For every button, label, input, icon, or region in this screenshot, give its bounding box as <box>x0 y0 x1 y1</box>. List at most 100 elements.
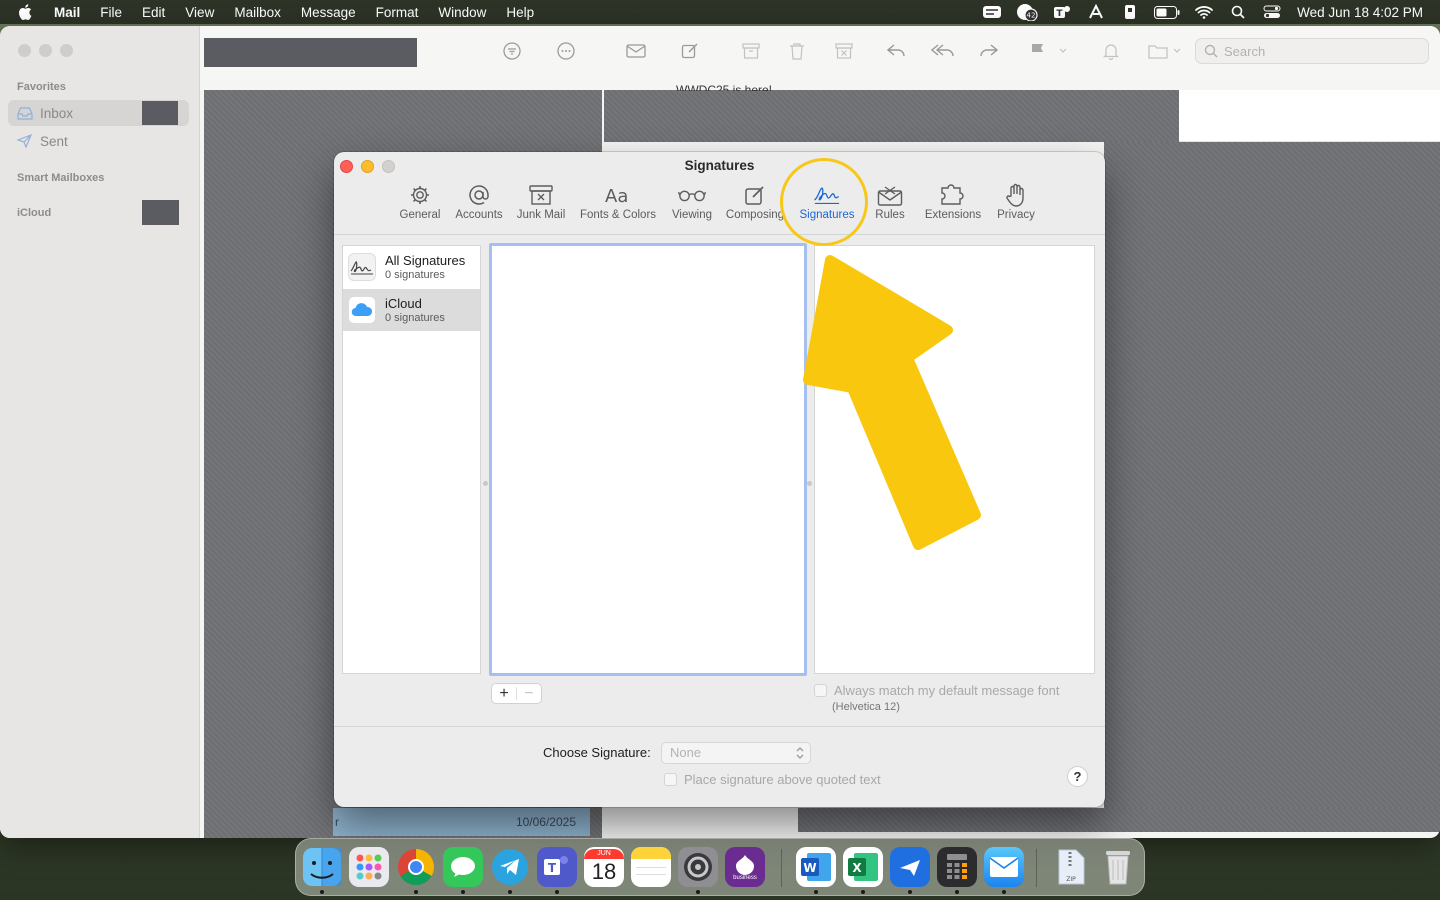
icloud-header[interactable]: iCloud <box>17 207 51 219</box>
dock-excel[interactable]: X <box>843 847 883 887</box>
menu-help[interactable]: Help <box>506 5 534 20</box>
dock-messages[interactable] <box>443 847 483 887</box>
flag-menu-chevron-icon[interactable] <box>1058 42 1068 60</box>
inbox-tray-icon <box>17 106 33 120</box>
tab-extensions[interactable]: Extensions <box>922 182 984 234</box>
flag-icon[interactable] <box>1028 42 1048 60</box>
dock-finder[interactable] <box>302 847 342 887</box>
tab-general[interactable]: General <box>398 182 442 234</box>
prefs-divider <box>334 234 1105 235</box>
menu-view[interactable]: View <box>185 5 214 20</box>
notification-badge-icon[interactable]: 42 <box>1015 4 1039 21</box>
dock-calendar[interactable]: JUN 18 <box>584 847 624 887</box>
account-row-all-signatures[interactable]: All Signatures 0 signatures <box>343 246 480 288</box>
menu-mailbox[interactable]: Mailbox <box>234 5 281 20</box>
dock-chrome[interactable] <box>396 847 436 887</box>
app-status-icon[interactable] <box>981 4 1003 20</box>
prefs-tab-bar: General Accounts Junk Mail Aa Fonts & Co… <box>334 182 1105 234</box>
dock-telegram[interactable] <box>490 847 530 887</box>
at-icon <box>465 182 493 208</box>
font-aa-icon: Aa <box>604 182 632 208</box>
redacted-message-body-footer <box>798 808 1440 832</box>
clipboard-icon[interactable] <box>1119 4 1141 20</box>
reply-all-icon[interactable] <box>931 42 955 60</box>
control-center-icon[interactable] <box>1261 4 1283 20</box>
creative-cloud-icon[interactable] <box>1085 4 1107 20</box>
match-font-checkbox[interactable] <box>814 684 827 697</box>
tab-rules[interactable]: Rules <box>868 182 912 234</box>
dock-calculator[interactable] <box>937 847 977 887</box>
dock-notes[interactable] <box>631 847 671 887</box>
dock-trash[interactable] <box>1098 847 1138 887</box>
message-list-row[interactable]: r 10/06/2025 <box>333 808 590 836</box>
archive-icon[interactable] <box>741 42 761 60</box>
dock-launchpad[interactable] <box>349 847 389 887</box>
select-chevron-icon <box>796 747 804 759</box>
notification-bell-icon[interactable] <box>1101 42 1121 60</box>
tab-label: Junk Mail <box>516 209 566 221</box>
split-view-handle[interactable] <box>483 481 488 486</box>
choose-signature-select[interactable]: None <box>661 742 811 764</box>
list-row-sender-fragment: r <box>335 815 339 829</box>
sidebar-item-sent[interactable]: Sent <box>8 128 189 154</box>
close-window-button[interactable] <box>18 44 31 57</box>
place-above-label: Place signature above quoted text <box>684 772 881 787</box>
help-button[interactable]: ? <box>1067 766 1088 787</box>
menu-window[interactable]: Window <box>438 5 486 20</box>
mail-search-field[interactable]: Search <box>1195 38 1429 64</box>
add-signature-button[interactable]: + <box>492 684 516 703</box>
running-indicator <box>320 890 324 894</box>
dock-system-settings[interactable] <box>678 847 718 887</box>
glasses-icon <box>678 182 706 208</box>
menu-app-name[interactable]: Mail <box>54 5 80 20</box>
apple-menu-icon[interactable] <box>18 4 38 20</box>
match-font-label: Always match my default message font <box>834 683 1060 698</box>
compose-icon[interactable] <box>680 42 700 60</box>
tab-fonts-colors[interactable]: Aa Fonts & Colors <box>578 182 658 234</box>
more-options-icon[interactable] <box>556 42 576 60</box>
menu-file[interactable]: File <box>100 5 122 20</box>
spotlight-search-icon[interactable] <box>1227 4 1249 20</box>
menubar-clock[interactable]: Wed Jun 18 4:02 PM <box>1297 5 1423 20</box>
tab-accounts[interactable]: Accounts <box>452 182 506 234</box>
dock-mail[interactable] <box>984 847 1024 887</box>
menu-format[interactable]: Format <box>376 5 419 20</box>
get-mail-envelope-icon[interactable] <box>626 42 646 60</box>
signatures-list[interactable] <box>489 243 807 676</box>
menu-message[interactable]: Message <box>301 5 356 20</box>
trash-icon[interactable] <box>787 42 807 60</box>
dock-unknown-app[interactable] <box>890 847 930 887</box>
tab-composing[interactable]: Composing <box>724 182 786 234</box>
zoom-window-button[interactable] <box>60 44 73 57</box>
teams-icon: T <box>544 856 568 875</box>
filter-icon[interactable] <box>502 42 522 60</box>
tab-label: Viewing <box>671 209 713 221</box>
choose-signature-value: None <box>670 745 702 760</box>
dock-archive[interactable]: ZIP <box>1051 847 1091 887</box>
splashtop-caption: business <box>733 875 757 881</box>
add-remove-signature-controls: + − <box>491 683 542 704</box>
reply-icon[interactable] <box>886 42 906 60</box>
dock-word[interactable]: W <box>796 847 836 887</box>
wifi-icon[interactable] <box>1193 4 1215 20</box>
move-folder-icon[interactable] <box>1148 42 1168 60</box>
place-above-checkbox[interactable] <box>664 773 677 786</box>
tab-privacy[interactable]: Privacy <box>994 182 1038 234</box>
smart-mailboxes-header[interactable]: Smart Mailboxes <box>17 172 104 184</box>
folder-menu-chevron-icon[interactable] <box>1172 42 1182 60</box>
account-row-icloud[interactable]: iCloud 0 signatures <box>343 289 480 331</box>
menu-edit[interactable]: Edit <box>142 5 165 20</box>
forward-icon[interactable] <box>979 42 999 60</box>
dock-teams[interactable]: T <box>537 847 577 887</box>
search-placeholder: Search <box>1224 43 1266 59</box>
tab-junk-mail[interactable]: Junk Mail <box>514 182 568 234</box>
battery-icon[interactable] <box>1153 4 1181 20</box>
remove-signature-button[interactable]: − <box>517 684 541 703</box>
sidebar-item-inbox[interactable]: Inbox <box>8 100 189 126</box>
dock-splashtop[interactable]: business <box>725 847 765 887</box>
tab-label: General <box>399 209 441 221</box>
minimize-window-button[interactable] <box>39 44 52 57</box>
tab-viewing[interactable]: Viewing <box>668 182 716 234</box>
junk-icon[interactable] <box>834 42 854 60</box>
teams-status-icon[interactable]: T <box>1051 4 1073 20</box>
